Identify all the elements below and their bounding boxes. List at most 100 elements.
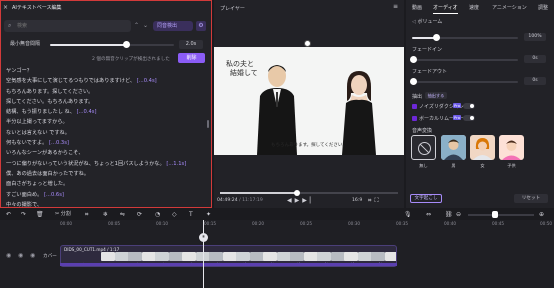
transcript-line[interactable]: 結構、もう振りましたし ね、 [...0.4s] — [6, 107, 206, 117]
settings-icon[interactable]: ⚙ — [196, 21, 206, 31]
menu-icon[interactable]: ≡ — [393, 3, 398, 10]
zoom-slider[interactable] — [468, 214, 534, 216]
volume-slider[interactable] — [412, 34, 518, 41]
clip-label: DIDS_00_CUT1.mp4 / 1:17 — [64, 247, 120, 252]
text-icon[interactable]: T — [189, 210, 193, 219]
ruler-tick: 00:35 — [396, 221, 409, 226]
noise-checkbox[interactable] — [412, 104, 417, 109]
fadeout-label: フェードアウト — [412, 69, 448, 75]
mic-icon[interactable]: 🎙 — [404, 210, 412, 219]
transcript-line[interactable]: 空気感を大事にして演じてるつもりではありますけど、 [...0.4s] — [6, 76, 206, 86]
pause-marker[interactable]: [...0.4s] — [135, 78, 157, 84]
zoom-in-icon[interactable]: ⊕ — [539, 210, 544, 219]
tab-audio[interactable]: オーディオ — [433, 3, 458, 14]
zoom-out-icon[interactable]: ⊖ — [456, 210, 461, 219]
normalize-button[interactable]: 抽出する — [425, 92, 447, 99]
preset-male[interactable] — [441, 135, 466, 160]
fadein-thumb[interactable] — [410, 56, 417, 63]
effect-icon[interactable]: ✦ — [206, 210, 211, 219]
volume-value[interactable]: 100% — [524, 33, 546, 41]
speed-icon[interactable]: ◔ — [155, 210, 160, 219]
fadeout-slider[interactable] — [410, 78, 518, 85]
transcript-line[interactable]: 何もないですよ。 [...0.3s] — [6, 138, 206, 148]
delete-icon[interactable]: 🗑 — [36, 210, 44, 219]
rotate-icon[interactable]: ⟳ — [137, 210, 142, 219]
crop-tool-icon[interactable]: ⌗ — [85, 210, 88, 219]
tab-adjust[interactable]: 調整 — [538, 3, 548, 14]
fadeout-value[interactable]: 0s — [524, 77, 546, 85]
close-icon[interactable]: × — [3, 4, 9, 12]
transcript-line[interactable]: いろんなシーンがあるからこそ、 — [6, 148, 206, 158]
clip-thumbnail — [317, 252, 331, 261]
playhead-handle[interactable]: ⏸ — [199, 233, 208, 242]
split-button[interactable]: ✂ 分割 — [55, 210, 71, 219]
split-label: 分割 — [60, 211, 71, 217]
preset-child[interactable] — [499, 135, 524, 160]
fadeout-thumb[interactable] — [410, 78, 417, 85]
playhead[interactable] — [203, 220, 204, 288]
preset-label-male: 男 — [451, 163, 456, 168]
prev-frame-icon[interactable]: ◀ — [287, 197, 295, 204]
zoom-thumb[interactable] — [492, 211, 498, 218]
tab-speed[interactable]: 速度 — [469, 3, 479, 14]
vocal-checkbox[interactable] — [412, 116, 417, 121]
transcript-text: 結構、もう振りましたし ね、 — [6, 109, 75, 116]
pause-marker[interactable]: [...0.3s] — [47, 140, 69, 146]
transcript-line[interactable]: もちろんあります。探してください。 — [6, 87, 206, 97]
transcript-text: 半分以上撮ってますから。 — [6, 119, 68, 126]
transform-handle[interactable] — [304, 40, 311, 47]
transcript-line[interactable]: 僕、あの過去は面白かったですね。 — [6, 169, 206, 179]
min-pause-value[interactable]: 2.0s — [179, 40, 203, 49]
pause-marker[interactable]: [...0.6s] — [42, 192, 64, 198]
min-pause-slider[interactable] — [50, 41, 174, 48]
panel-title: AIテキストベース編集 — [12, 5, 62, 11]
preset-label-female: 女 — [480, 163, 485, 168]
chevron-up-icon[interactable]: ⌃ — [134, 22, 139, 29]
mirror-icon[interactable]: ⇋ — [120, 210, 125, 219]
progress-thumb[interactable] — [293, 190, 300, 196]
snap-icon[interactable]: ⇔ — [426, 210, 431, 219]
transcribe-button[interactable]: 文字起こし — [410, 194, 442, 203]
noise-toggle[interactable] — [463, 103, 475, 109]
transcript-line[interactable]: 面白さがちょっと増した。 — [6, 179, 206, 189]
transcript-text: もちろんあります。探してください。 — [6, 88, 94, 95]
video-preview[interactable]: 私の夫と 結婚して もちろんあります。探してください。 — [214, 47, 404, 155]
freeze-icon[interactable]: ❄ — [103, 210, 108, 219]
tab-animation[interactable]: アニメーション — [492, 3, 527, 14]
next-frame-icon[interactable]: ▶▏ — [302, 197, 317, 204]
fadein-value[interactable]: 0s — [524, 55, 546, 63]
search-box[interactable]: ⌕ — [4, 20, 131, 32]
fadein-slider[interactable] — [410, 56, 518, 63]
chevron-down-icon[interactable]: ⌄ — [143, 22, 148, 29]
transcript-line[interactable]: 一つに偏りがないっていう状況がね、ちょっと1回パスしようかな。 [...1.1s… — [6, 159, 206, 169]
link-icon[interactable]: ⛓ — [445, 210, 453, 219]
reset-button[interactable]: リセット — [514, 194, 548, 203]
vocal-toggle[interactable] — [463, 115, 475, 121]
tab-video[interactable]: 動画 — [412, 3, 422, 14]
fullscreen-icon[interactable]: ⛶ — [374, 197, 381, 204]
filter-dropdown[interactable]: 同音検出 — [153, 21, 193, 31]
track-lock-icon[interactable]: ◉ — [18, 252, 23, 259]
delete-button[interactable]: 削除 — [178, 53, 205, 63]
scrollbar[interactable] — [207, 120, 209, 128]
volume-thumb[interactable] — [432, 34, 440, 41]
preset-female[interactable] — [470, 135, 495, 160]
aspect-ratio[interactable]: 16:9 — [352, 198, 362, 203]
playback-progress[interactable] — [220, 190, 398, 196]
time-ruler[interactable]: 00:00 00:05 00:10 00:15 00:20 00:25 00:30 00:35… — [60, 221, 554, 229]
transcript-line[interactable]: ないとは言えない ですね。 — [6, 128, 206, 138]
transcript-line[interactable]: 探してください。もちろんあります。 — [6, 97, 206, 107]
transcript-line[interactable]: ヤンゴー？ — [6, 66, 206, 76]
search-input[interactable] — [17, 20, 127, 32]
marker-icon[interactable]: ◇ — [172, 210, 177, 219]
pause-marker[interactable]: [...0.4s] — [75, 109, 97, 115]
transcript-line[interactable]: 半分以上撮ってますから。 — [6, 117, 206, 127]
pause-marker[interactable]: [...1.1s] — [165, 161, 186, 167]
track-mute-icon[interactable]: ◉ — [30, 252, 35, 259]
transcript-line[interactable]: すごい面白め。 [...0.6s] — [6, 190, 206, 200]
redo-icon[interactable]: ↷ — [21, 210, 26, 219]
undo-icon[interactable]: ↶ — [6, 210, 11, 219]
preset-none[interactable] — [411, 135, 436, 160]
track-visibility-icon[interactable]: ◉ — [6, 252, 11, 259]
transcript-text: ないとは言えない ですね。 — [6, 129, 70, 136]
